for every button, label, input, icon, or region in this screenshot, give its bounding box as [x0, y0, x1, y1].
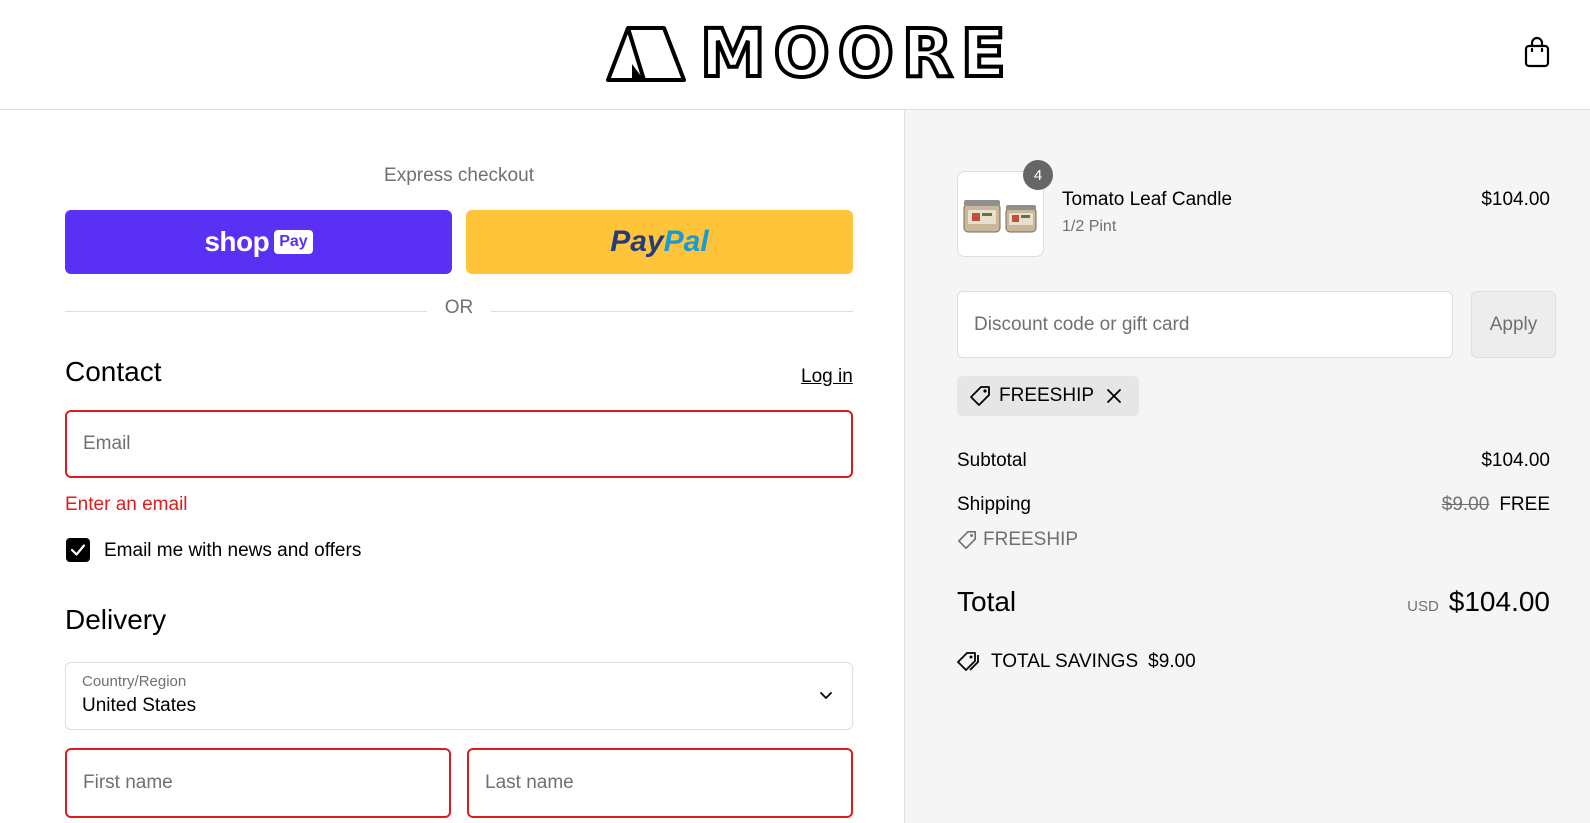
brand-logo[interactable]: MOORE: [606, 15, 1014, 92]
tag-icon: [958, 531, 976, 549]
login-link[interactable]: Log in: [801, 366, 853, 388]
total-savings-row: TOTAL SAVINGS $9.00: [957, 651, 1196, 673]
shop-pay-chip: Pay: [274, 230, 313, 254]
total-value-row: USD $104.00: [1407, 586, 1550, 618]
country-select[interactable]: Country/Region United States: [65, 662, 853, 730]
last-name-input[interactable]: [469, 750, 851, 816]
checkout-form: Express checkout shop Pay Pay Pal OR Cont…: [0, 110, 904, 823]
brand-name: MOORE: [698, 15, 1014, 92]
or-divider-text: OR: [427, 297, 491, 319]
newsletter-label: Email me with news and offers: [104, 540, 362, 561]
apply-discount-button[interactable]: Apply: [1471, 291, 1556, 358]
subtotal-label: Subtotal: [957, 450, 1027, 471]
product-name: Tomato Leaf Candle: [1062, 189, 1233, 210]
last-name-field: [467, 748, 853, 818]
shipping-value: FREE: [1499, 494, 1550, 515]
email-field: [65, 410, 853, 478]
newsletter-checkbox[interactable]: [66, 538, 90, 562]
total-savings-label: TOTAL SAVINGS: [991, 651, 1139, 672]
shipping-discount-code: FREESHIP: [983, 529, 1079, 550]
first-name-field: [65, 748, 451, 818]
remove-discount-icon[interactable]: [1105, 387, 1123, 405]
product-price: $104.00: [1481, 189, 1550, 210]
email-input[interactable]: [67, 412, 851, 476]
order-summary: 4 Tomato Leaf Candle 1/2 Pint $104.00 Ap…: [904, 110, 1590, 823]
paypal-wordmark-part1: Pay: [610, 225, 664, 258]
subtotal-value: $104.00: [1481, 450, 1550, 471]
shipping-label: Shipping: [957, 494, 1031, 515]
paypal-button[interactable]: Pay Pal: [466, 210, 853, 274]
paypal-wordmark-part2: Pal: [663, 225, 709, 258]
total-value: $104.00: [1448, 586, 1550, 617]
express-checkout-title: Express checkout: [384, 165, 534, 186]
shipping-discount-row: FREESHIP: [957, 529, 1078, 551]
applied-discount-chip: FREESHIP: [957, 376, 1139, 416]
country-select-value: United States: [82, 695, 197, 716]
tent-logo-icon: [606, 26, 686, 82]
savings-tag-icon: [957, 652, 979, 671]
cart-button[interactable]: [1523, 36, 1555, 72]
quantity-badge: 4: [1023, 160, 1053, 190]
shopping-bag-icon: [1524, 36, 1550, 68]
contact-title: Contact: [65, 356, 162, 387]
shipping-original-price: $9.00: [1441, 494, 1490, 515]
shipping-value-row: $9.00 FREE: [1442, 494, 1550, 516]
shop-pay-button[interactable]: shop Pay: [65, 210, 452, 274]
total-savings-value: $9.00: [1148, 651, 1196, 672]
checkmark-icon: [70, 544, 86, 556]
delivery-title: Delivery: [65, 604, 167, 635]
chevron-down-icon: [820, 692, 832, 699]
header: MOORE: [0, 0, 1590, 110]
email-error-message: Enter an email: [65, 494, 188, 515]
applied-discount-code: FREESHIP: [999, 385, 1095, 406]
tag-icon: [970, 386, 990, 406]
shop-pay-wordmark: shop: [204, 226, 270, 257]
total-label: Total: [957, 586, 1017, 617]
country-select-label: Country/Region: [82, 673, 187, 690]
discount-field: [957, 291, 1453, 358]
total-currency: USD: [1407, 598, 1439, 615]
discount-input[interactable]: [958, 292, 1452, 357]
product-variant: 1/2 Pint: [1062, 218, 1117, 235]
first-name-input[interactable]: [67, 750, 449, 816]
